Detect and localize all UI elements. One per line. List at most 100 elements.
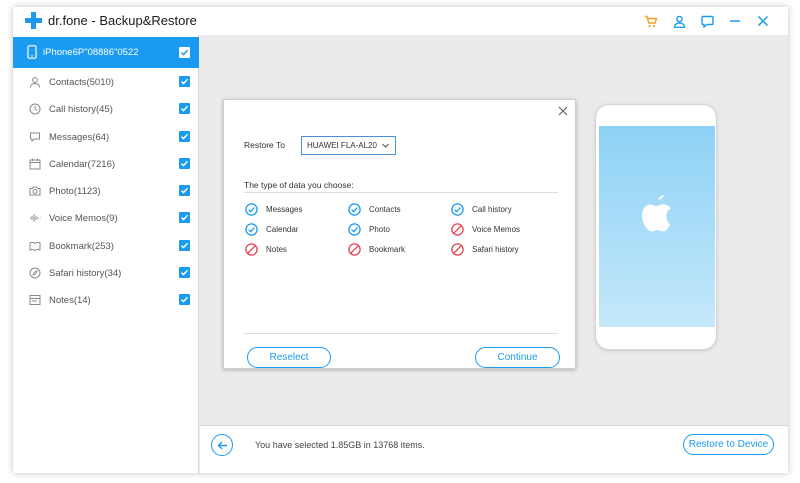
data-type-bookmark: Bookmark <box>348 242 451 256</box>
sidebar-item-messages[interactable]: Messages(64) <box>13 124 199 151</box>
check-circle-icon <box>245 202 258 216</box>
drfone-logo-icon <box>25 12 42 29</box>
footer-bar: You have selected 1.85GB in 13768 items.… <box>200 425 788 473</box>
note-icon <box>29 295 41 306</box>
data-type-label: Safari history <box>472 244 519 254</box>
sidebar-item-voice-memos[interactable]: Voice Memos(9) <box>13 205 199 232</box>
restore-to-device-button[interactable]: Restore to Device <box>683 434 774 455</box>
waveform-icon <box>30 214 41 223</box>
compass-icon <box>29 267 41 279</box>
check-icon <box>180 133 189 140</box>
data-type-label: Contacts <box>369 204 401 214</box>
account-icon[interactable] <box>670 13 688 29</box>
sidebar-item-notes[interactable]: Notes(14) <box>13 287 199 314</box>
check-icon <box>180 160 189 167</box>
check-icon <box>180 187 189 194</box>
sidebar-item-label: Bookmark(253) <box>49 240 114 252</box>
reselect-button[interactable]: Reselect <box>247 347 331 368</box>
contacts-icon <box>30 77 40 88</box>
brand-name: dr.fone <box>48 13 88 28</box>
check-circle-icon <box>245 222 258 236</box>
item-checkbox[interactable] <box>179 185 190 197</box>
app-window: dr.fone - Backup&Restore iPhone6P"08886"… <box>13 7 788 473</box>
phone-illustration <box>595 104 717 350</box>
feedback-icon[interactable] <box>698 13 716 29</box>
data-type-contacts: Contacts <box>348 202 451 216</box>
sidebar-item-call-history[interactable]: Call history(45) <box>13 96 199 123</box>
check-icon <box>180 269 189 276</box>
sidebar-item-label: Photo(1123) <box>49 186 101 198</box>
restore-dialog: Restore To HUAWEI FLA-AL20 The type of d… <box>223 99 576 369</box>
data-type-label: Messages <box>266 204 303 214</box>
data-type-label: Call history <box>472 204 512 214</box>
prohibited-icon <box>451 222 464 236</box>
dialog-close-icon[interactable] <box>557 105 569 117</box>
check-icon <box>180 49 189 56</box>
sidebar-item-calendar[interactable]: Calendar(7216) <box>13 151 199 178</box>
data-type-label: Bookmark <box>369 244 406 254</box>
data-type-safari-history: Safari history <box>451 242 554 256</box>
title-bar: dr.fone - Backup&Restore <box>13 7 788 35</box>
data-type-messages: Messages <box>245 202 348 216</box>
check-icon <box>180 297 189 304</box>
apple-logo-icon <box>642 195 671 232</box>
sidebar: iPhone6P"08886"0522 Contacts(5010) Call … <box>13 35 199 473</box>
phone-icon <box>27 45 37 59</box>
check-circle-icon <box>348 222 361 236</box>
close-icon[interactable] <box>754 13 772 29</box>
chevron-down-icon <box>382 143 389 148</box>
continue-button[interactable]: Continue <box>475 347 560 368</box>
restore-to-label: Restore To <box>244 140 285 150</box>
item-checkbox[interactable] <box>179 157 190 169</box>
selected-device: HUAWEI FLA-AL20 <box>307 141 377 150</box>
target-device-select[interactable]: HUAWEI FLA-AL20 <box>301 136 396 155</box>
data-type-calendar: Calendar <box>245 222 348 236</box>
clock-icon <box>29 103 41 115</box>
sidebar-item-label: Safari history(34) <box>49 268 122 280</box>
divider <box>244 192 558 193</box>
selection-summary: You have selected 1.85GB in 13768 items. <box>255 440 425 450</box>
chat-icon <box>30 132 40 142</box>
calendar-icon <box>29 158 41 170</box>
sidebar-item-photo[interactable]: Photo(1123) <box>13 178 199 205</box>
item-checkbox[interactable] <box>179 76 190 87</box>
bookmark-icon <box>29 241 41 251</box>
back-button[interactable] <box>211 434 233 456</box>
item-checkbox[interactable] <box>179 267 190 279</box>
check-icon <box>180 105 189 112</box>
data-type-photo: Photo <box>348 222 451 236</box>
item-checkbox[interactable] <box>179 212 190 224</box>
sidebar-item-label: Messages(64) <box>49 131 110 143</box>
sidebar-item-label: Call history(45) <box>49 104 113 116</box>
sidebar-item-label: Contacts(5010) <box>49 77 114 88</box>
data-types-title: The type of data you choose: <box>244 180 354 190</box>
module-name: - Backup&Restore <box>91 13 197 28</box>
divider <box>244 333 558 334</box>
data-type-label: Voice Memos <box>472 224 521 234</box>
category-list: Contacts(5010) Call history(45) Messages… <box>13 69 199 315</box>
sidebar-item-bookmark[interactable]: Bookmark(253) <box>13 233 199 260</box>
item-checkbox[interactable] <box>179 130 190 142</box>
item-checkbox[interactable] <box>179 239 190 251</box>
sidebar-item-label: Notes(14) <box>49 295 91 307</box>
window-controls <box>642 13 772 29</box>
check-icon <box>180 78 189 85</box>
data-type-call-history: Call history <box>451 202 554 216</box>
device-name: iPhone6P"08886"0522 <box>43 47 139 58</box>
item-checkbox[interactable] <box>179 103 190 115</box>
check-circle-icon <box>451 202 464 216</box>
data-type-label: Notes <box>266 244 287 254</box>
sidebar-item-safari-history[interactable]: Safari history(34) <box>13 260 199 287</box>
minimize-icon[interactable] <box>726 13 744 29</box>
check-icon <box>180 242 189 249</box>
check-circle-icon <box>348 202 361 216</box>
prohibited-icon <box>451 242 464 256</box>
item-checkbox[interactable] <box>179 294 190 306</box>
sidebar-item-label: Voice Memos(9) <box>49 213 118 225</box>
device-checkbox[interactable] <box>179 47 190 58</box>
cart-icon[interactable] <box>642 13 660 29</box>
phone-screen <box>599 126 715 327</box>
device-item[interactable]: iPhone6P"08886"0522 <box>13 37 199 68</box>
data-type-grid: Messages Contacts Call history Calendar … <box>245 202 565 256</box>
sidebar-item-contacts[interactable]: Contacts(5010) <box>13 69 199 96</box>
